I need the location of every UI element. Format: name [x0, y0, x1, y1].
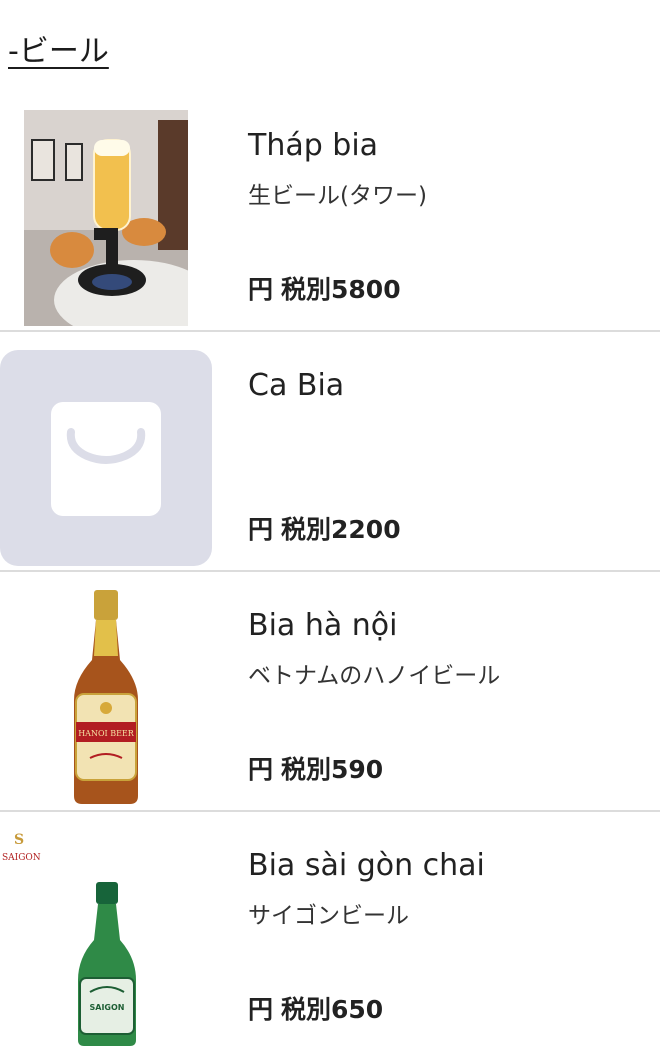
section-title: -ビール — [8, 34, 109, 69]
placeholder-image — [0, 350, 212, 566]
bottle-label-text: HANOI BEER — [78, 729, 135, 738]
currency-label: 円 — [248, 755, 274, 784]
menu-item-list: Tháp bia 生ビール(タワー) 円税別5800 Ca Bia 円税別220… — [0, 92, 660, 1052]
brand-logo-text: SAIGON — [2, 853, 41, 863]
item-price: 円税別5800 — [248, 270, 401, 306]
item-price: 円税別650 — [248, 990, 383, 1026]
currency-label: 円 — [248, 515, 274, 544]
item-name: Bia sài gòn chai — [248, 848, 485, 883]
price-value: 税別5800 — [281, 275, 401, 304]
beer-tower-photo — [0, 110, 212, 326]
currency-label: 円 — [248, 995, 274, 1024]
brand-logo: S SAIGON — [2, 832, 41, 863]
item-price: 円税別2200 — [248, 510, 401, 546]
price-value: 税別590 — [281, 755, 384, 784]
saigon-beer-bottle: S SAIGON SAIGON — [0, 830, 212, 1046]
item-name: Ca Bia — [248, 368, 345, 403]
item-name: Tháp bia — [248, 128, 379, 163]
item-description: ベトナムのハノイビール — [248, 663, 501, 689]
price-value: 税別650 — [281, 995, 384, 1024]
menu-item-saigon-beer[interactable]: S SAIGON SAIGON Bia sài gòn chai サイゴンビール… — [0, 812, 660, 1052]
menu-item-ca-bia[interactable]: Ca Bia 円税別2200 — [0, 332, 660, 572]
svg-text:S: S — [14, 832, 24, 848]
bottle-label-text: SAIGON — [90, 1003, 125, 1012]
shopping-bag-placeholder-icon — [51, 402, 161, 516]
price-value: 税別2200 — [281, 515, 401, 544]
menu-item-hanoi-beer[interactable]: HANOI BEER Bia hà nội ベトナムのハノイビール 円税別590 — [0, 572, 660, 812]
currency-label: 円 — [248, 275, 274, 304]
item-description: サイゴンビール — [248, 903, 409, 929]
item-description: 生ビール(タワー) — [248, 183, 427, 209]
menu-item-beer-tower[interactable]: Tháp bia 生ビール(タワー) 円税別5800 — [0, 92, 660, 332]
item-price: 円税別590 — [248, 750, 383, 786]
item-name: Bia hà nội — [248, 608, 398, 643]
hanoi-beer-bottle: HANOI BEER — [0, 590, 212, 806]
